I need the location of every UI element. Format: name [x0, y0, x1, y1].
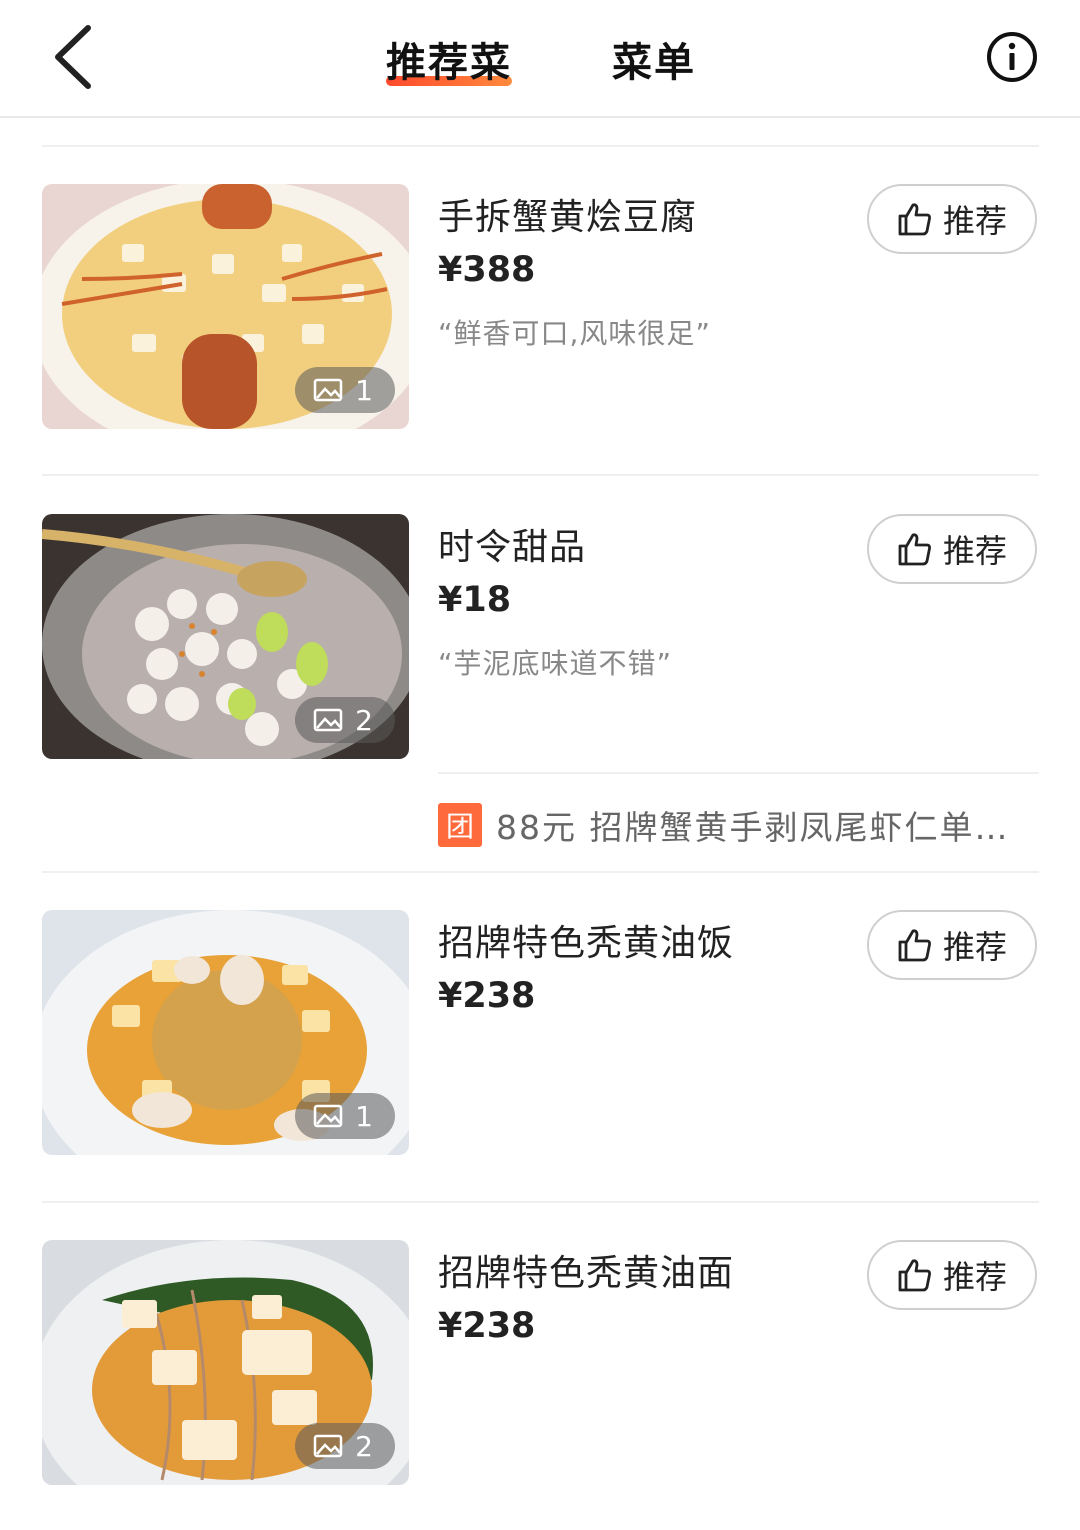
dish-review: “芋泥底味道不错” [438, 647, 673, 680]
thumbs-up-icon [898, 533, 931, 566]
thumbs-up-icon [898, 1259, 931, 1292]
divider [42, 145, 1039, 147]
photo-count-badge: 1 [295, 367, 395, 413]
divider [42, 1201, 1039, 1203]
dish-photo[interactable]: 2 [42, 1240, 409, 1485]
recommend-button[interactable]: 推荐 [867, 910, 1037, 980]
divider [42, 871, 1039, 873]
thumbs-up-icon [898, 203, 931, 236]
photo-count-badge: 2 [295, 697, 395, 743]
recommend-label: 推荐 [942, 202, 1007, 240]
dish-name: 时令甜品 [438, 527, 587, 568]
dish-name: 招牌特色秃黄油饭 [438, 923, 735, 964]
dish-item[interactable]: 1 手拆蟹黄烩豆腐 ¥388 “鲜香可口,风味很足” 推荐 [0, 184, 1080, 434]
photo-count: 1 [355, 373, 373, 407]
info-circle-icon [987, 32, 1037, 82]
tab-label: 推荐菜 [386, 40, 512, 86]
tab-menu[interactable]: 菜单 [612, 30, 696, 88]
tab-label: 菜单 [612, 40, 696, 86]
image-icon [313, 708, 343, 732]
photo-count: 1 [355, 1099, 373, 1133]
deal-text: 88元 招牌蟹黄手剥凤尾虾仁单… [496, 808, 1010, 847]
recommend-label: 推荐 [942, 532, 1007, 570]
dish-price: ¥238 [438, 1306, 536, 1346]
info-button[interactable] [986, 31, 1038, 83]
group-deal-link[interactable]: 团 88元 招牌蟹黄手剥凤尾虾仁单… [438, 800, 1009, 850]
dish-photo[interactable]: 1 [42, 184, 409, 429]
thumbs-up-icon [898, 929, 931, 962]
back-button[interactable] [46, 22, 106, 92]
dish-price: ¥388 [438, 250, 536, 290]
photo-count-badge: 1 [295, 1093, 395, 1139]
image-icon [313, 1104, 343, 1128]
dish-price: ¥238 [438, 976, 536, 1016]
dish-photo[interactable]: 1 [42, 910, 409, 1155]
photo-count-badge: 2 [295, 1423, 395, 1469]
image-icon [313, 1434, 343, 1458]
chevron-left-icon [55, 25, 91, 89]
dish-review: “鲜香可口,风味很足” [438, 317, 711, 350]
group-buy-icon: 团 [438, 803, 482, 847]
recommend-button[interactable]: 推荐 [867, 514, 1037, 584]
dish-name: 招牌特色秃黄油面 [438, 1253, 735, 1294]
divider [438, 772, 1039, 774]
photo-count: 2 [355, 703, 373, 737]
recommend-button[interactable]: 推荐 [867, 1240, 1037, 1310]
divider [42, 474, 1039, 476]
dish-item[interactable]: 1 招牌特色秃黄油饭 ¥238 推荐 [0, 910, 1080, 1160]
recommend-label: 推荐 [942, 928, 1007, 966]
image-icon [313, 378, 343, 402]
photo-count: 2 [355, 1429, 373, 1463]
dish-photo[interactable]: 2 [42, 514, 409, 759]
top-nav-bar: 推荐菜 菜单 [0, 0, 1080, 118]
dish-name: 手拆蟹黄烩豆腐 [438, 197, 698, 238]
dish-item[interactable]: 2 招牌特色秃黄油面 ¥238 推荐 [0, 1240, 1080, 1490]
recommend-button[interactable]: 推荐 [867, 184, 1037, 254]
recommend-label: 推荐 [942, 1258, 1007, 1296]
dish-item[interactable]: 2 时令甜品 ¥18 “芋泥底味道不错” 推荐 [0, 514, 1080, 764]
tab-recommended-dishes[interactable]: 推荐菜 [386, 30, 512, 88]
dish-price: ¥18 [438, 580, 512, 620]
